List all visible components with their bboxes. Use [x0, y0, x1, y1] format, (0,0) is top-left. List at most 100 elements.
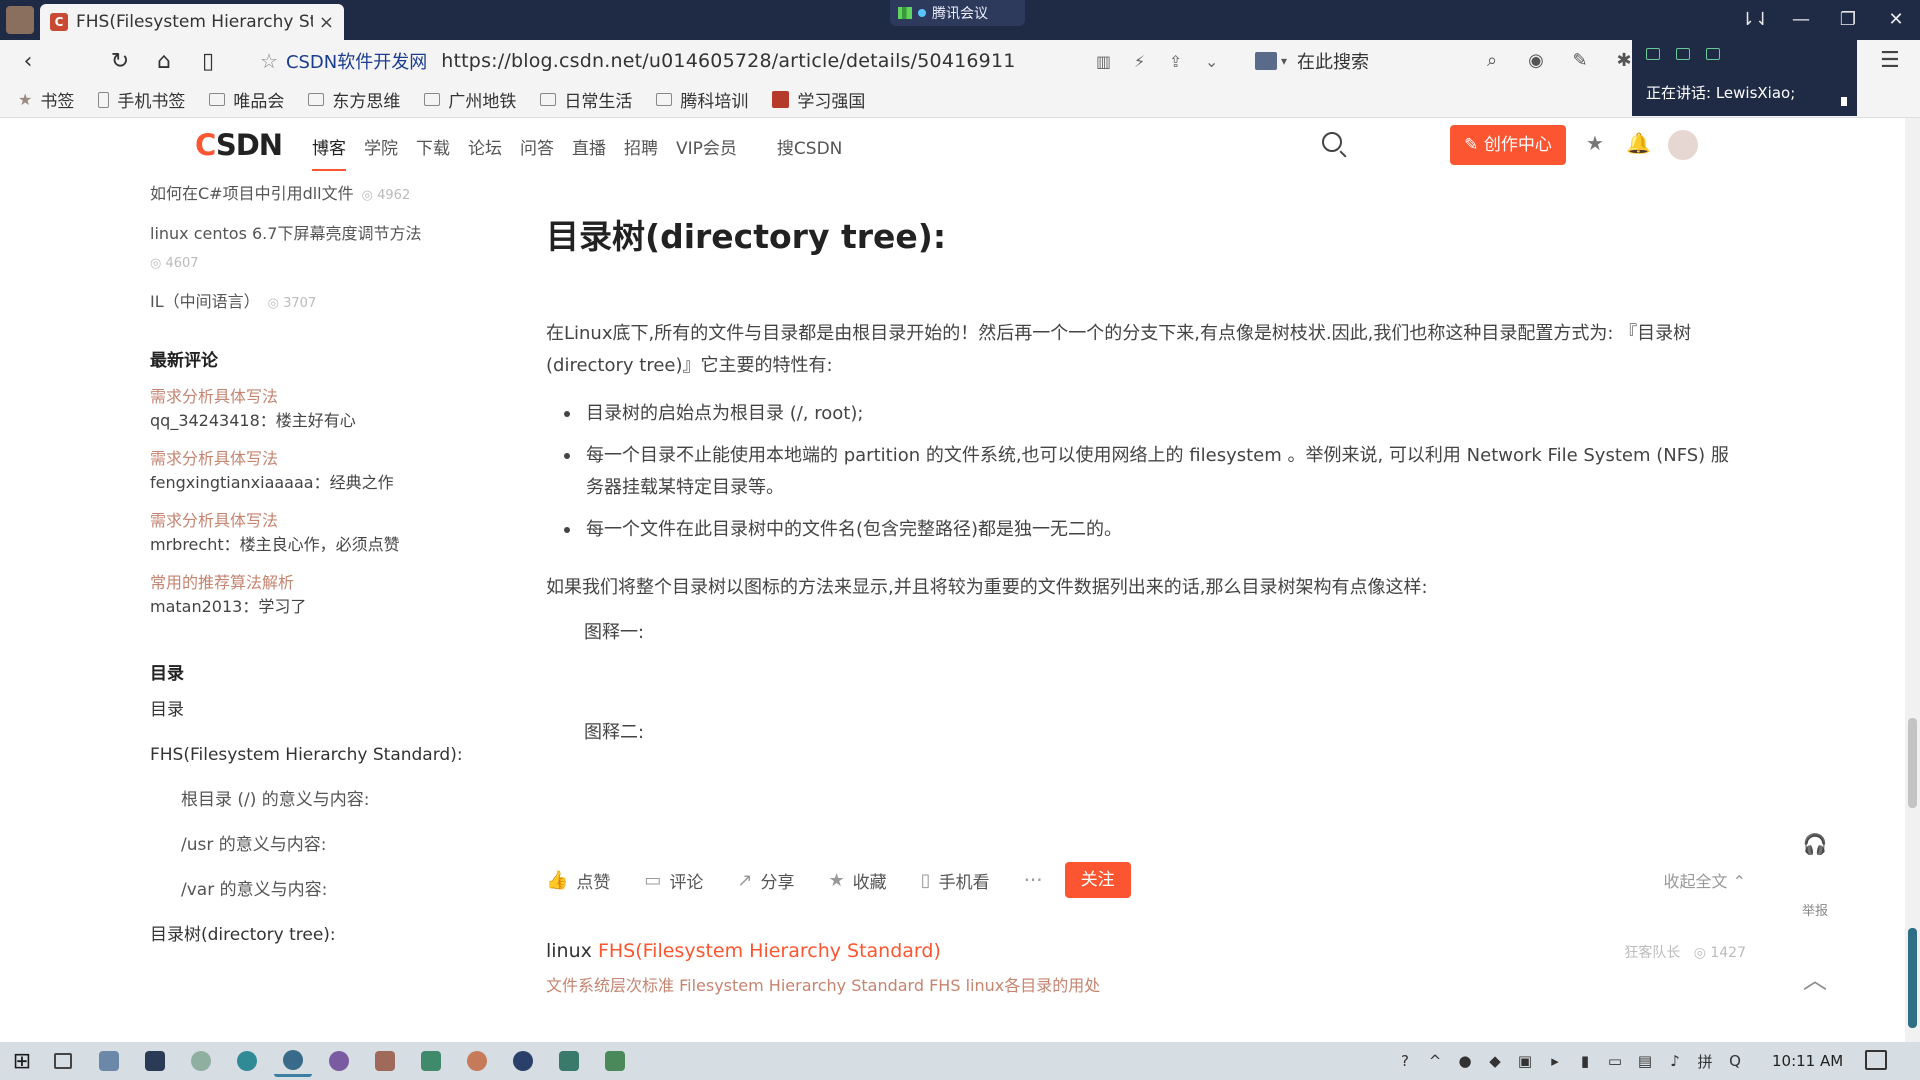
search-icon[interactable]: [1322, 132, 1342, 152]
magnifier-icon[interactable]: ⌕: [1470, 46, 1514, 76]
comment-article-link[interactable]: 常用的推荐算法解析: [150, 571, 480, 595]
engine-dropdown-icon[interactable]: ▾: [1281, 54, 1287, 68]
file-manager-icon[interactable]: [90, 1045, 128, 1077]
bookmark-item[interactable]: 东方思维: [308, 87, 400, 112]
collapse-article-button[interactable]: 收起全文 ⌃: [1664, 868, 1747, 892]
gamepad-icon[interactable]: ◉: [1514, 46, 1558, 76]
browser-active-icon[interactable]: [274, 1045, 312, 1077]
lightning-icon[interactable]: ⚡: [1122, 52, 1158, 71]
ime-icon[interactable]: 拼: [1690, 1051, 1720, 1072]
share-button[interactable]: ↗ 分享: [737, 868, 794, 893]
favorite-button[interactable]: ★ 收藏: [829, 868, 887, 893]
search-box[interactable]: ▾ 在此搜索: [1255, 48, 1369, 74]
nav-download[interactable]: 下载: [416, 134, 450, 171]
nav-qa[interactable]: 问答: [520, 134, 554, 171]
tray-app-icon[interactable]: ▸: [1540, 1052, 1570, 1070]
terminal-icon[interactable]: [136, 1045, 174, 1077]
scrollbar-thumb[interactable]: [1908, 718, 1917, 808]
bookmark-item[interactable]: 广州地铁: [424, 87, 516, 112]
pdf-icon[interactable]: ✎: [1558, 46, 1602, 76]
reader-mode-icon[interactable]: ▥: [1086, 52, 1122, 71]
tencent-meeting-indicator[interactable]: 腾讯会议: [890, 0, 1025, 26]
toc-item[interactable]: /var 的意义与内容:: [150, 878, 480, 902]
mobile-view-button[interactable]: ▯ 手机看: [921, 868, 990, 893]
comment-article-link[interactable]: 需求分析具体写法: [150, 385, 480, 409]
restore-button[interactable]: ❐: [1830, 6, 1866, 34]
clock[interactable]: 10:11 AM: [1772, 1052, 1843, 1070]
bookmark-item[interactable]: 手机书签: [98, 87, 185, 112]
nav-academy[interactable]: 学院: [364, 134, 398, 171]
chevron-down-icon[interactable]: ⌄: [1194, 52, 1230, 71]
popular-article[interactable]: IL（中间语言） 3707: [150, 288, 480, 318]
url-field[interactable]: https://blog.csdn.net/u014605728/article…: [441, 50, 1015, 72]
page-scrollbar[interactable]: [1905, 118, 1920, 1042]
like-button[interactable]: 👍 点赞: [546, 868, 610, 893]
favorites-star-icon[interactable]: ★: [1586, 131, 1604, 155]
bookmark-item[interactable]: 学习强国: [772, 87, 865, 112]
app-icon[interactable]: [412, 1045, 450, 1077]
csdn-logo[interactable]: CSDN: [195, 128, 283, 162]
meeting-tool-icon[interactable]: [1706, 48, 1720, 60]
tray-app-icon[interactable]: ◆: [1480, 1052, 1510, 1070]
battery-icon[interactable]: ▭: [1600, 1052, 1630, 1070]
create-center-button[interactable]: ✎ 创作中心: [1450, 125, 1566, 165]
close-window-button[interactable]: ✕: [1878, 6, 1914, 34]
nav-search-csdn[interactable]: 搜CSDN: [777, 134, 842, 171]
volume-icon[interactable]: ♪: [1660, 1052, 1690, 1070]
tab-close-icon[interactable]: ×: [319, 12, 334, 33]
headset-support-icon[interactable]: 🎧: [1800, 832, 1830, 856]
popular-article[interactable]: 如何在C#项目中引用dll文件 4962: [150, 180, 480, 210]
app-icon[interactable]: [550, 1045, 588, 1077]
user-avatar-icon[interactable]: [6, 6, 34, 34]
tray-app-icon[interactable]: Q: [1720, 1052, 1750, 1070]
related-title[interactable]: linux FHS(Filesystem Hierarchy Standard): [546, 940, 1746, 962]
bookmark-star-icon[interactable]: ☆: [260, 49, 278, 73]
help-icon[interactable]: ?: [1390, 1052, 1420, 1070]
meeting-tool-icon[interactable]: [1646, 48, 1660, 60]
bookmark-item[interactable]: 唯品会: [209, 87, 284, 112]
app-icon[interactable]: [458, 1045, 496, 1077]
toc-item[interactable]: FHS(Filesystem Hierarchy Standard):: [150, 743, 480, 767]
back-icon[interactable]: ‹: [6, 49, 50, 74]
browser-menu-icon[interactable]: ☰: [1880, 48, 1900, 73]
related-article[interactable]: linux FHS(Filesystem Hierarchy Standard)…: [546, 940, 1746, 996]
comment-article-link[interactable]: 需求分析具体写法: [150, 447, 480, 471]
avatar[interactable]: [1666, 128, 1700, 162]
home-icon[interactable]: ⌂: [142, 49, 186, 74]
notification-bell-icon[interactable]: 🔔: [1626, 131, 1651, 155]
nav-jobs[interactable]: 招聘: [624, 134, 658, 171]
reading-list-icon[interactable]: ▯: [186, 49, 230, 74]
meeting-tool-icon[interactable]: [1676, 48, 1690, 60]
app-icon[interactable]: [320, 1045, 358, 1077]
app-icon[interactable]: [504, 1045, 542, 1077]
nav-live[interactable]: 直播: [572, 134, 606, 171]
nav-vip[interactable]: VIP会员: [676, 134, 737, 171]
toc-item[interactable]: 目录: [150, 698, 480, 722]
pin-window-icon[interactable]: ⇂⇃: [1737, 6, 1773, 34]
app-icon[interactable]: [596, 1045, 634, 1077]
toc-item[interactable]: 根目录 (/) 的意义与内容:: [150, 788, 480, 812]
chrome-icon[interactable]: [182, 1045, 220, 1077]
microphone-icon[interactable]: ▮: [1570, 1052, 1600, 1070]
search-engine-icon[interactable]: [1255, 52, 1277, 70]
nav-blog[interactable]: 博客: [312, 134, 346, 171]
tray-expand-icon[interactable]: ^: [1420, 1052, 1450, 1070]
comment-article-link[interactable]: 需求分析具体写法: [150, 509, 480, 533]
app-icon[interactable]: [366, 1045, 404, 1077]
follow-button[interactable]: 关注: [1064, 862, 1131, 898]
bookmark-item[interactable]: ★ 书签: [18, 87, 74, 112]
toc-item[interactable]: /usr 的意义与内容:: [150, 833, 480, 857]
browser-tab-active[interactable]: C FHS(Filesystem Hierarchy St: ×: [40, 4, 344, 40]
report-button[interactable]: 举报: [1800, 900, 1830, 919]
task-view-icon[interactable]: [44, 1045, 82, 1077]
reload-icon[interactable]: ↻: [98, 49, 142, 74]
notification-center-icon[interactable]: [1865, 1050, 1887, 1070]
edge-icon[interactable]: [228, 1045, 266, 1077]
tray-app-icon[interactable]: ●: [1450, 1052, 1480, 1070]
tray-app-icon[interactable]: ▣: [1510, 1052, 1540, 1070]
nav-forum[interactable]: 论坛: [468, 134, 502, 171]
bookmark-item[interactable]: 腾科培训: [656, 87, 748, 112]
more-icon[interactable]: ···: [1024, 868, 1043, 892]
popular-article[interactable]: linux centos 6.7下屏幕亮度调节方法 4607: [150, 220, 480, 278]
toc-item[interactable]: 目录树(directory tree):: [150, 923, 480, 947]
